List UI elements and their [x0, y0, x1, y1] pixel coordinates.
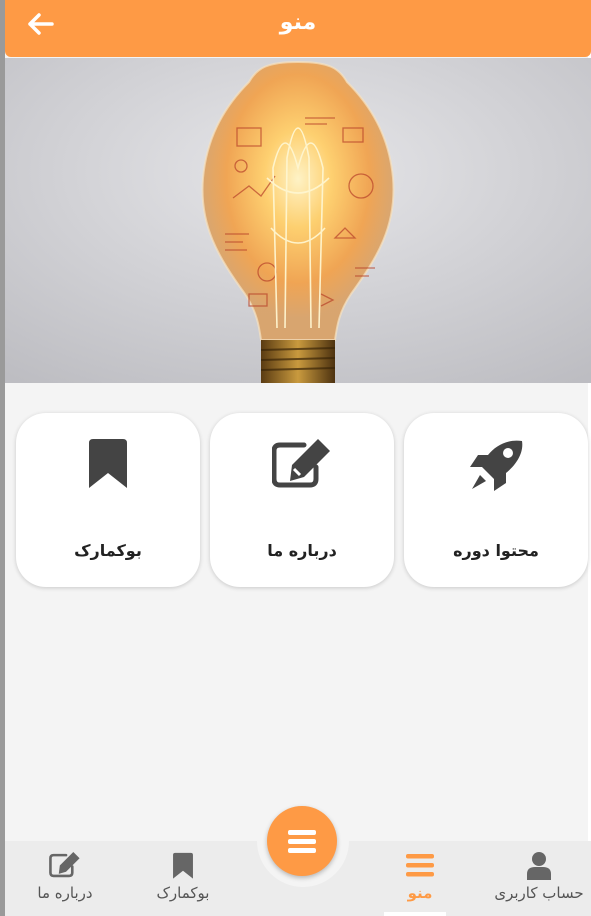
hero-image [5, 58, 591, 383]
app-bar: منو [5, 0, 591, 57]
bookmark-icon [173, 852, 193, 879]
page-title: منو [279, 10, 317, 35]
nav-item-about[interactable]: درباره ما [5, 850, 125, 916]
nav-item-label: منو [407, 884, 433, 902]
menu-icon [288, 830, 316, 853]
nav-item-bookmark[interactable]: بوکمارک [123, 850, 243, 916]
nav-item-account[interactable]: حساب کاربری [479, 850, 591, 916]
nav-item-label: حساب کاربری [494, 884, 584, 902]
edit-icon [272, 439, 330, 488]
nav-item-label: درباره ما [37, 884, 93, 902]
menu-card-course-content[interactable]: محتوا دوره [404, 413, 588, 587]
menu-icon [406, 854, 434, 877]
menu-card-label: بوکمارک [74, 541, 142, 560]
nav-item-label: بوکمارک [156, 884, 210, 902]
rocket-icon [470, 440, 523, 491]
menu-card-about[interactable]: درباره ما [210, 413, 394, 587]
edit-icon [49, 852, 80, 878]
menu-fab-button[interactable] [267, 806, 337, 876]
bookmark-icon [89, 439, 127, 488]
menu-card-bookmark[interactable]: بوکمارک [16, 413, 200, 587]
nav-item-menu[interactable]: منو [360, 850, 480, 916]
menu-card-label: محتوا دوره [453, 541, 539, 560]
active-indicator [384, 912, 446, 916]
user-icon [527, 852, 551, 880]
menu-card-label: درباره ما [267, 541, 337, 560]
